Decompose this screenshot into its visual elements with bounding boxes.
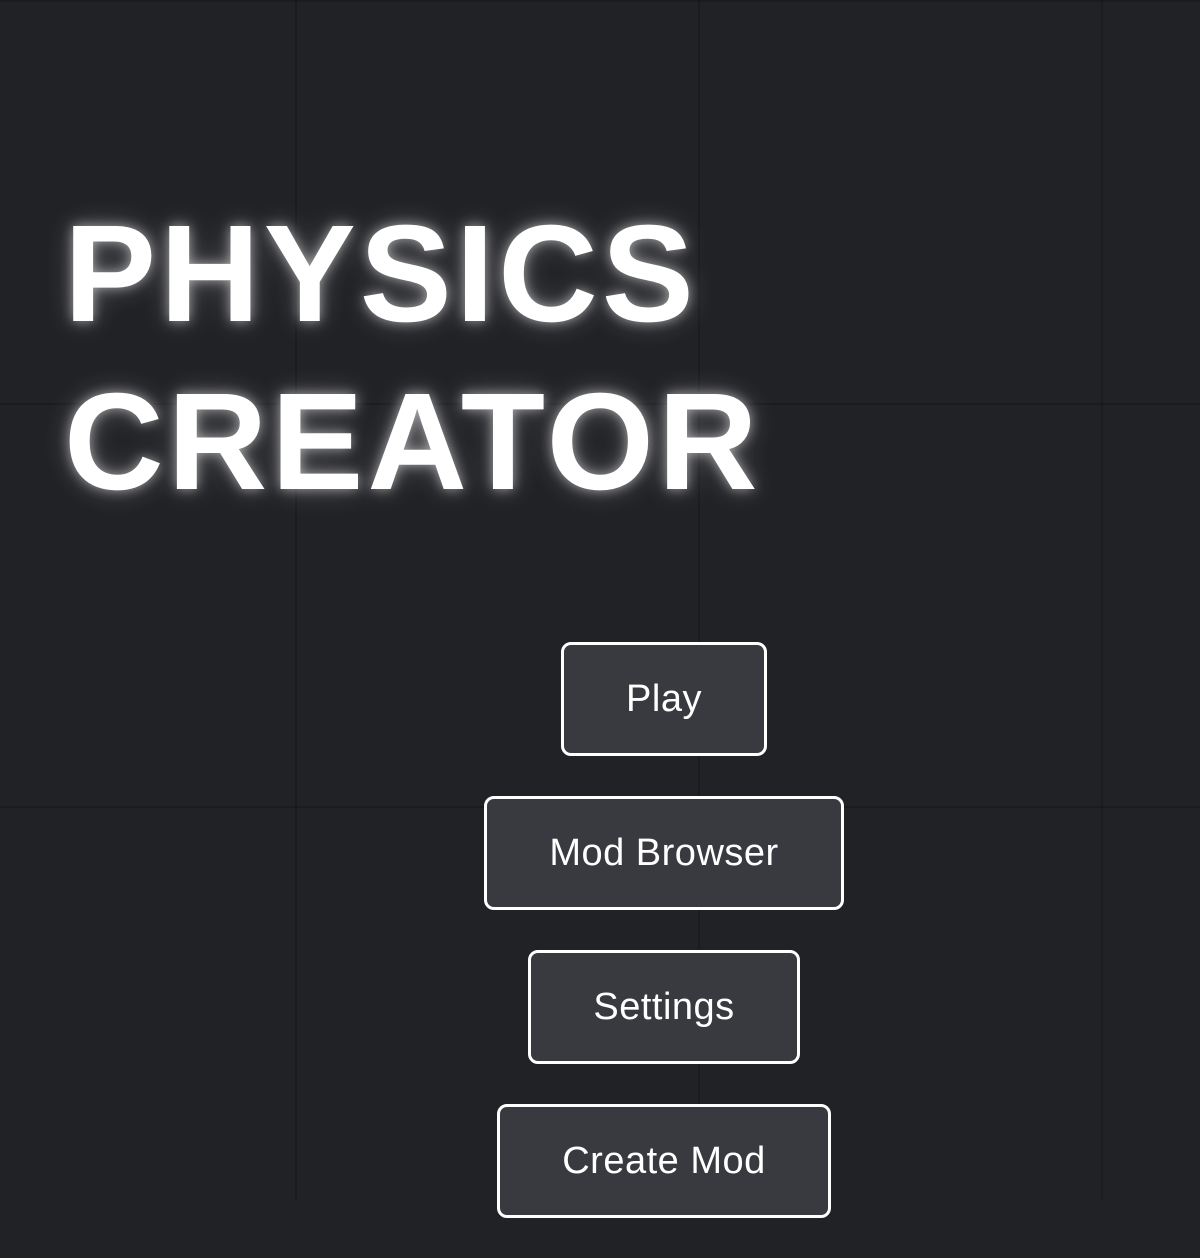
game-title-line-2: CREATOR: [64, 365, 762, 519]
game-title: PHYSICS CREATOR: [64, 190, 762, 526]
settings-button[interactable]: Settings: [528, 950, 800, 1064]
create-mod-button[interactable]: Create Mod: [497, 1104, 831, 1218]
main-menu: Play Mod Browser Settings Create Mod: [0, 642, 1200, 1258]
mod-browser-button[interactable]: Mod Browser: [484, 796, 844, 910]
game-title-line-1: PHYSICS: [64, 197, 698, 351]
play-button[interactable]: Play: [561, 642, 767, 756]
